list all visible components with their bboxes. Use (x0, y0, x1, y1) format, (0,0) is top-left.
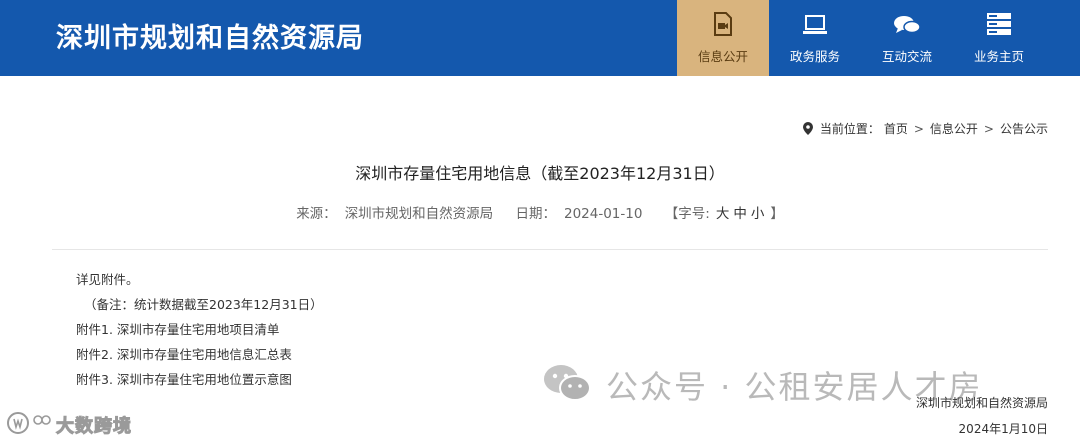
breadcrumb-notices[interactable]: 公告公示 (1000, 120, 1048, 137)
font-size-medium[interactable]: 中 (733, 206, 747, 222)
attachment-link-1[interactable]: 附件1. 深圳市存量住宅用地项目清单 (76, 322, 279, 337)
site-title[interactable]: 深圳市规划和自然资源局 (56, 16, 364, 55)
article-body: 详见附件。 （备注：统计数据截至2023年12月31日） 附件1. 深圳市存量住… (76, 270, 323, 395)
breadcrumb-separator: > (913, 121, 924, 136)
nav-label: 信息公开 (697, 49, 748, 64)
source-value: 深圳市规划和自然资源局 (344, 206, 494, 222)
nav-item-interaction[interactable]: 互动交流 (861, 0, 953, 76)
server-stack-icon (953, 0, 1045, 40)
signoff-date: 2024年1月10日 (958, 422, 1048, 436)
nav-label: 业务主页 (973, 49, 1024, 64)
site-header: 深圳市规划和自然资源局 信息公开 政务服务 互动交流 业务主页 (0, 0, 1080, 76)
font-size-small[interactable]: 小 (751, 206, 765, 222)
attachment-link-2[interactable]: 附件2. 深圳市存量住宅用地信息汇总表 (76, 347, 292, 362)
article-title: 深圳市存量住宅用地信息（截至2023年12月31日） (355, 164, 725, 183)
breadcrumb-info-public[interactable]: 信息公开 (930, 120, 978, 137)
chat-bubbles-icon (861, 0, 953, 40)
breadcrumb-prefix: 当前位置： (819, 122, 880, 136)
nav-item-info-public[interactable]: 信息公开 (677, 0, 769, 76)
corner-watermark: 大数跨境 (6, 410, 132, 440)
body-note: （备注：统计数据截至2023年12月31日） (84, 297, 323, 312)
attachment-link-3[interactable]: 附件3. 深圳市存量住宅用地位置示意图 (76, 372, 292, 387)
body-intro: 详见附件。 (76, 272, 139, 287)
source-label: 来源： (296, 206, 337, 222)
video-file-icon (677, 0, 769, 40)
article-signoff: 深圳市规划和自然资源局 2024年1月10日 (916, 394, 1048, 444)
nav-item-business-home[interactable]: 业务主页 (953, 0, 1045, 76)
nav-label: 政务服务 (789, 49, 840, 64)
location-pin-icon (800, 122, 816, 135)
corner-logo-icon (6, 410, 52, 440)
font-size-label: 【字号: (664, 206, 710, 222)
monitor-icon (769, 0, 861, 40)
nav-item-gov-services[interactable]: 政务服务 (769, 0, 861, 76)
breadcrumb-separator: > (983, 121, 994, 136)
date-label: 日期： (515, 206, 556, 222)
font-size-large[interactable]: 大 (716, 206, 730, 222)
nav-label: 互动交流 (881, 49, 932, 64)
article-meta: 来源： 深圳市规划和自然资源局 日期： 2024-01-10 【字号: 大中小】 (0, 202, 1080, 222)
breadcrumb-home[interactable]: 首页 (884, 120, 908, 137)
breadcrumb: 当前位置： 首页 > 信息公开 > 公告公示 (800, 120, 1048, 137)
corner-logo-text: 大数跨境 (56, 416, 132, 438)
date-value: 2024-01-10 (563, 206, 643, 222)
signoff-org: 深圳市规划和自然资源局 (915, 396, 1048, 410)
main-nav: 信息公开 政务服务 互动交流 业务主页 (677, 0, 1045, 76)
divider (52, 249, 1048, 250)
font-size-close: 】 (770, 206, 784, 222)
wechat-icon (542, 363, 592, 407)
